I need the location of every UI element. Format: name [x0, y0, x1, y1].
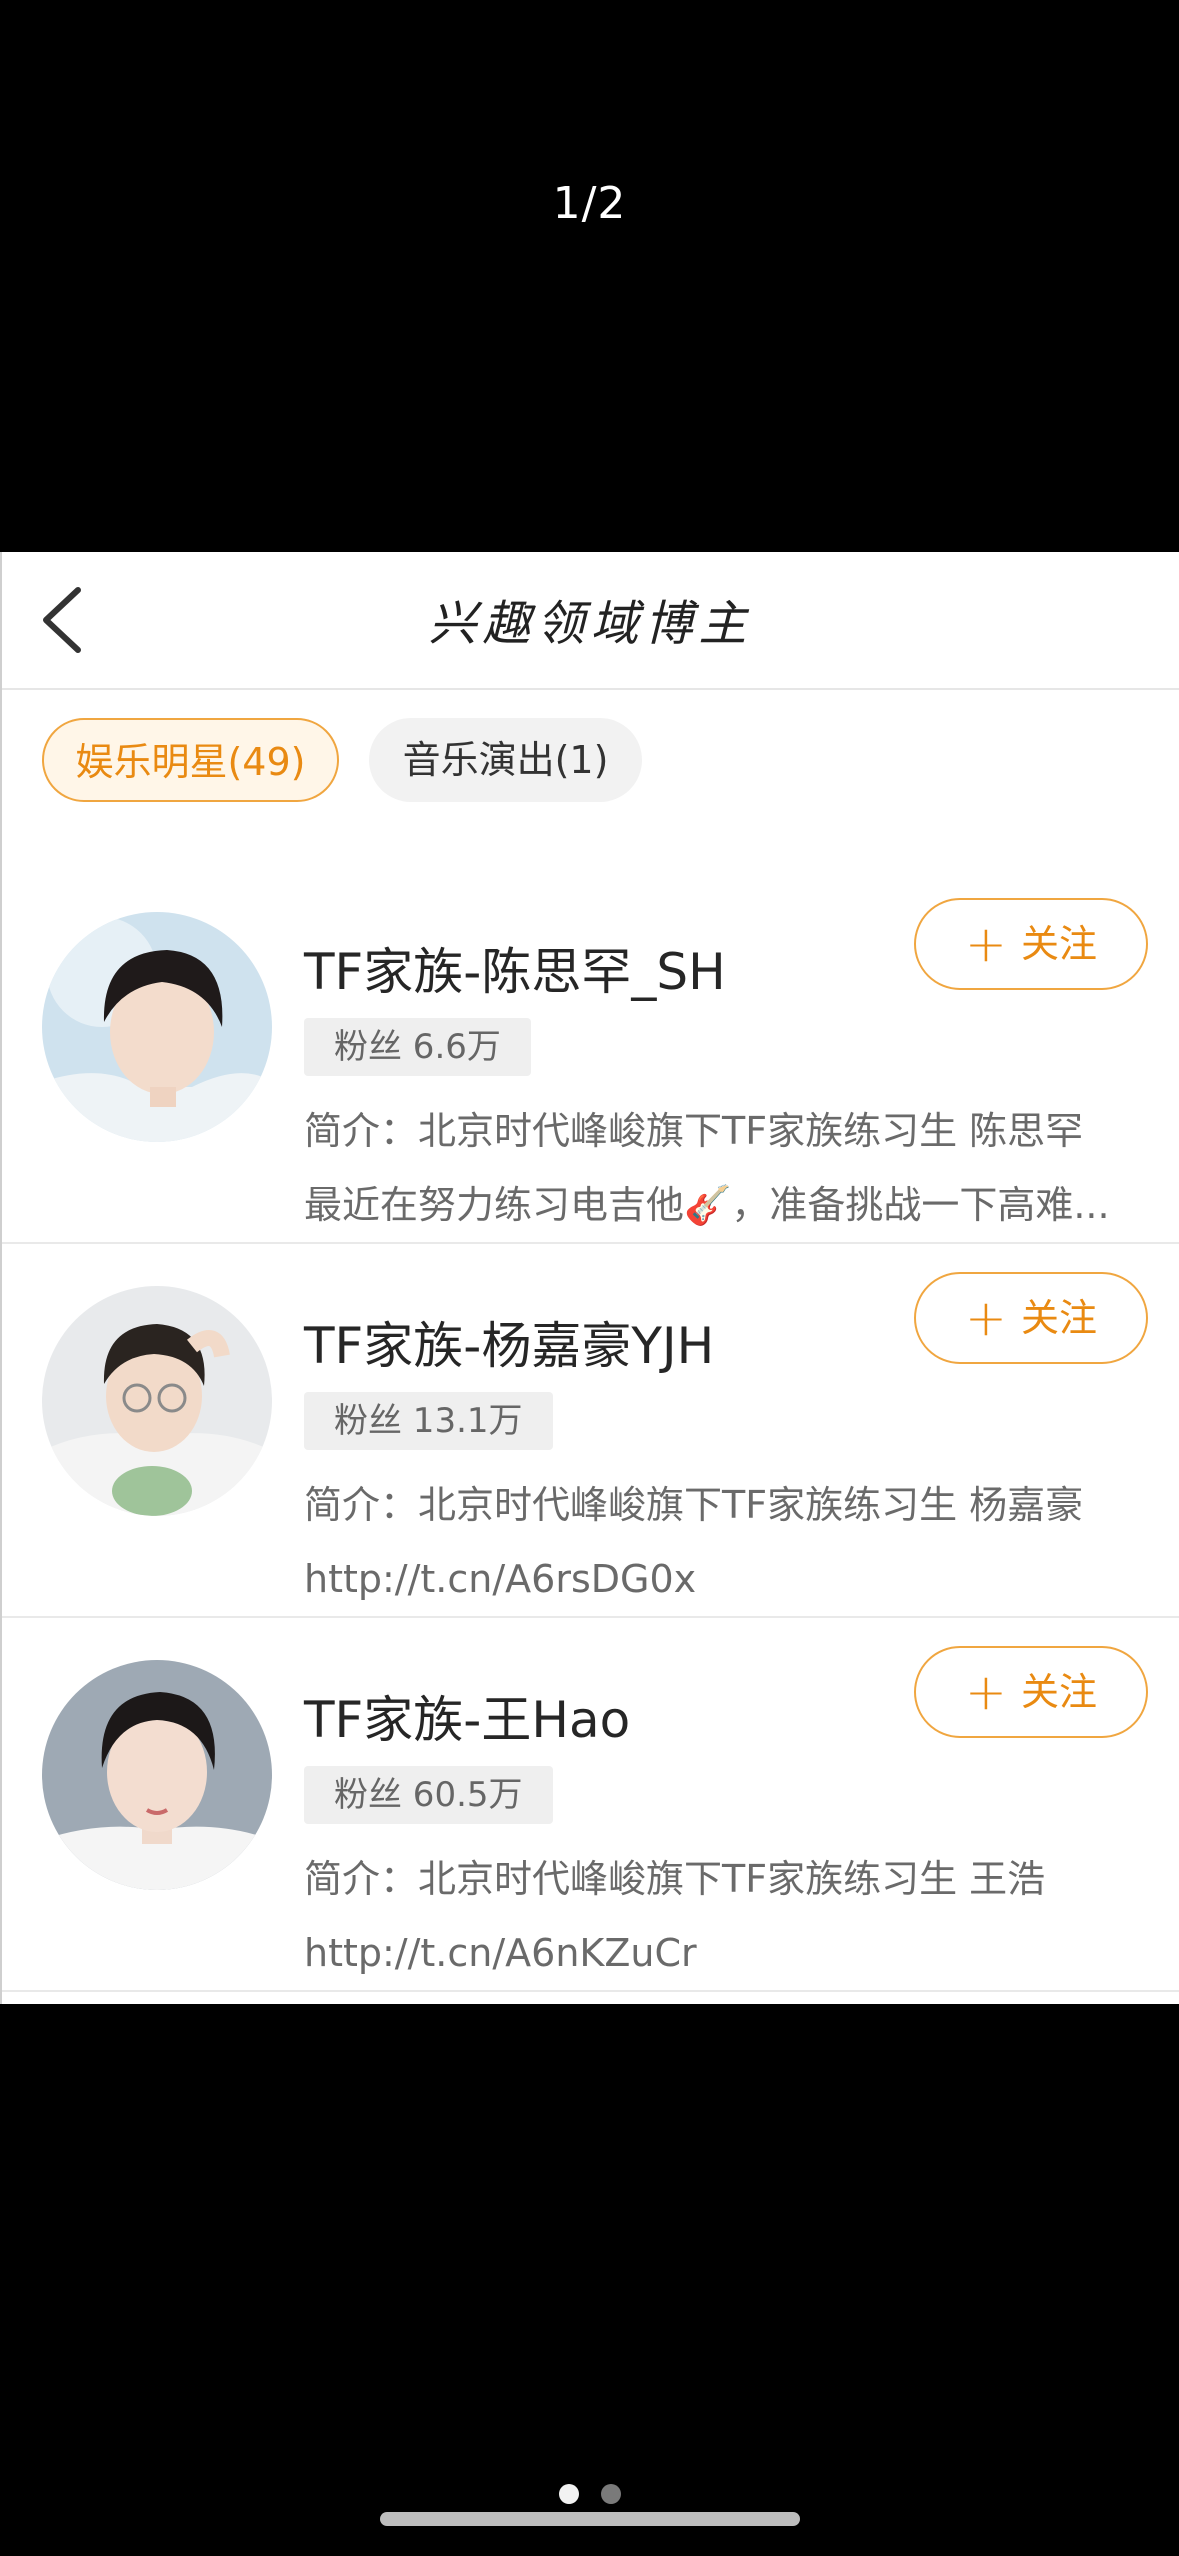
description-line: http://t.cn/A6rsDG0x	[304, 1557, 697, 1601]
plus-icon: +	[965, 1663, 1007, 1721]
follow-label: 关注	[1020, 1670, 1097, 1714]
pager-dot[interactable]	[600, 2484, 621, 2504]
home-indicator[interactable]	[380, 2512, 800, 2526]
user-description: 简介：北京时代峰峻旗下TF家族练习生 杨嘉豪 http://t.cn/A6rsD…	[304, 1468, 1134, 1616]
page-counter: 1/2	[552, 178, 627, 229]
pager-dot-active[interactable]	[558, 2484, 579, 2504]
description-line: 简介：北京时代峰峻旗下TF家族练习生 杨嘉豪	[304, 1483, 1084, 1527]
pager-dots	[0, 2484, 1179, 2508]
follow-button[interactable]: + 关注	[914, 1646, 1148, 1738]
plus-icon: +	[965, 1289, 1007, 1347]
tab-entertainment[interactable]: 娱乐明星(49)	[42, 718, 339, 802]
user-description: 简介：北京时代峰峻旗下TF家族练习生 陈思罕 最近在努力练习电吉他🎸，准备挑战一…	[304, 1094, 1134, 1242]
fans-badge: 粉丝 60.5万	[304, 1766, 553, 1824]
user-name[interactable]: TF家族-杨嘉豪YJH	[304, 1306, 714, 1378]
avatar[interactable]	[42, 912, 272, 1142]
plus-icon: +	[965, 915, 1007, 973]
user-description: 简介：北京时代峰峻旗下TF家族练习生 王浩 http://t.cn/A6nKZu…	[304, 1842, 1134, 1990]
follow-label: 关注	[1020, 1296, 1097, 1340]
fans-badge: 粉丝 13.1万	[304, 1392, 553, 1450]
image-viewer: 1/2 兴趣领域博主 娱乐明星(49) 音乐演出(1) TF家族-陈思罕_SH …	[0, 0, 1179, 2556]
description-line: http://t.cn/A6nKZuCr	[304, 1931, 697, 1975]
tab-music[interactable]: 音乐演出(1)	[369, 718, 642, 802]
screenshot-card[interactable]: 兴趣领域博主 娱乐明星(49) 音乐演出(1) TF家族-陈思罕_SH 粉丝 6…	[0, 552, 1179, 2004]
list-item[interactable]: TF家族-陈思罕_SH 粉丝 6.6万 简介：北京时代峰峻旗下TF家族练习生 陈…	[2, 870, 1179, 1244]
follow-button[interactable]: + 关注	[914, 898, 1148, 990]
description-line: 简介：北京时代峰峻旗下TF家族练习生 陈思罕	[304, 1109, 1084, 1153]
page-title: 兴趣领域博主	[428, 596, 753, 652]
avatar[interactable]	[42, 1286, 272, 1516]
user-name[interactable]: TF家族-陈思罕_SH	[304, 932, 726, 1004]
avatar[interactable]	[42, 1660, 272, 1890]
fans-badge: 粉丝 6.6万	[304, 1018, 531, 1076]
description-line: 简介：北京时代峰峻旗下TF家族练习生 王浩	[304, 1857, 1046, 1901]
list-item[interactable]: TF家族-杨嘉豪YJH 粉丝 13.1万 简介：北京时代峰峻旗下TF家族练习生 …	[2, 1244, 1179, 1618]
description-line: 最近在努力练习电吉他🎸，准备挑战一下高难...	[304, 1183, 1110, 1227]
follow-label: 关注	[1020, 922, 1097, 966]
user-name[interactable]: TF家族-王Hao	[304, 1680, 630, 1752]
nav-bar: 兴趣领域博主	[2, 552, 1179, 690]
follow-button[interactable]: + 关注	[914, 1272, 1148, 1364]
list-item[interactable]: TF家族-王Hao 粉丝 60.5万 简介：北京时代峰峻旗下TF家族练习生 王浩…	[2, 1618, 1179, 1992]
